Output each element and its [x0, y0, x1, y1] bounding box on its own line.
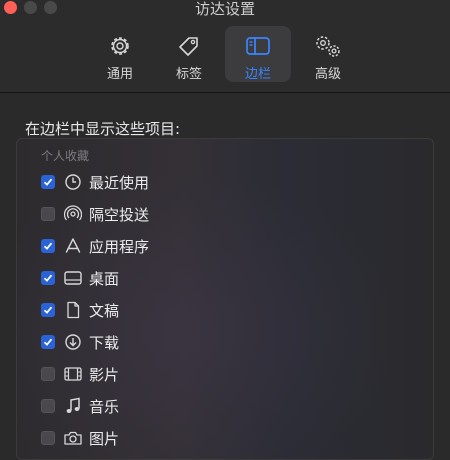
checkbox[interactable]: [41, 303, 55, 317]
list-item-applications: 应用程序: [41, 234, 149, 258]
checkbox[interactable]: [41, 175, 55, 189]
checkbox[interactable]: [41, 431, 55, 445]
item-label: 音乐: [89, 397, 120, 416]
list-item-airdrop: 隔空投送: [41, 202, 149, 226]
item-label: 文稿: [89, 301, 120, 320]
checkbox[interactable]: [41, 207, 55, 221]
list-item-desktop: 桌面: [41, 266, 119, 290]
item-label: 最近使用: [89, 173, 150, 192]
item-label: 桌面: [89, 269, 120, 288]
sidebar-icon: [246, 37, 270, 55]
item-label: 应用程序: [89, 237, 150, 256]
tab-general[interactable]: 通用: [87, 26, 153, 82]
item-label: 下载: [89, 333, 120, 352]
tab-label: 高级: [314, 67, 341, 82]
list-item-pictures: 图片: [41, 426, 119, 450]
desktop-icon: [63, 268, 83, 288]
tab-label: 标签: [175, 67, 202, 82]
tab-sidebar[interactable]: 边栏: [225, 26, 291, 82]
clock-icon: [63, 172, 83, 192]
tab-tags[interactable]: 标签: [156, 26, 222, 82]
section-title: 在边栏中显示这些项目:: [25, 120, 181, 138]
download-icon: [63, 332, 83, 352]
title-bar: 访达设置 通用 标签 边栏 高级: [0, 0, 450, 93]
group-header: 个人收藏: [41, 149, 90, 163]
gear-icon: [111, 37, 129, 55]
checkbox[interactable]: [41, 239, 55, 253]
settings-toolbar: 通用 标签 边栏 高级: [0, 26, 450, 86]
list-item-movies: 影片: [41, 362, 119, 386]
item-label: 影片: [89, 365, 120, 384]
camera-icon: [63, 428, 83, 448]
applications-icon: [63, 236, 83, 256]
music-icon: [63, 396, 83, 416]
document-icon: [63, 300, 83, 320]
checkbox[interactable]: [41, 367, 55, 381]
sidebar-items-list: 个人收藏 最近使用 隔空投送 应用程序 桌面 文稿 下载 影片 音乐 图片: [16, 138, 434, 460]
tag-icon: [179, 37, 198, 56]
tab-advanced[interactable]: 高级: [295, 26, 361, 82]
gears-icon: [316, 36, 340, 57]
checkbox[interactable]: [41, 335, 55, 349]
list-item-music: 音乐: [41, 394, 119, 418]
item-label: 隔空投送: [89, 205, 150, 224]
list-item-recents: 最近使用: [41, 170, 149, 194]
list-item-documents: 文稿: [41, 298, 119, 322]
film-icon: [63, 364, 83, 384]
list-item-downloads: 下载: [41, 330, 119, 354]
checkbox[interactable]: [41, 399, 55, 413]
tab-label: 通用: [106, 67, 133, 82]
item-label: 图片: [89, 429, 120, 448]
tab-label: 边栏: [244, 67, 271, 82]
window-title: 访达设置: [194, 0, 255, 18]
airdrop-icon: [63, 204, 83, 224]
checkbox[interactable]: [41, 271, 55, 285]
